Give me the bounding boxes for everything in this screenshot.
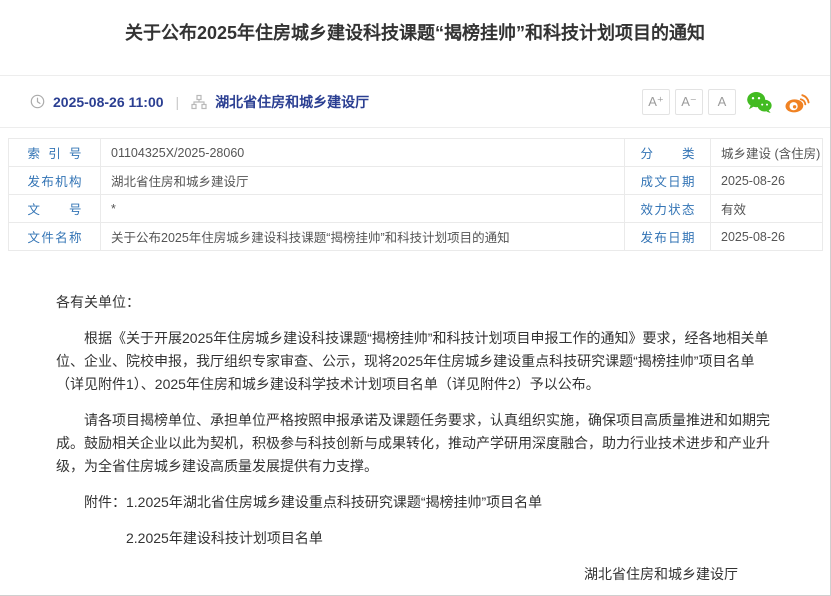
meta-info: 2025-08-26 11:00 | 湖北省住房和城乡建设厅	[30, 92, 369, 112]
font-reset-button[interactable]: A	[708, 89, 736, 115]
attachment-line-1: 附件：1.2025年湖北省住房城乡建设重点科技研究课题“揭榜挂帅”项目名单	[56, 491, 774, 514]
table-row: 索引号 01104325X/2025-28060 分类 城乡建设 (含住房)	[9, 139, 823, 167]
info-label: 文号	[9, 195, 101, 223]
greeting: 各有关单位：	[56, 291, 774, 314]
meta-bar: 2025-08-26 11:00 | 湖北省住房和城乡建设厅 A⁺ A⁻ A	[0, 75, 830, 128]
info-value: 城乡建设 (含住房)	[711, 139, 823, 167]
info-label: 分类	[625, 139, 711, 167]
table-row: 文件名称 关于公布2025年住房城乡建设科技课题“揭榜挂帅”和科技计划项目的通知…	[9, 223, 823, 251]
sitemap-icon	[191, 94, 207, 110]
paragraph: 根据《关于开展2025年住房城乡建设科技课题“揭榜挂帅”和科技计划项目申报工作的…	[56, 327, 774, 396]
info-label: 索引号	[9, 139, 101, 167]
weibo-share-icon[interactable]	[783, 90, 810, 114]
font-decrease-button[interactable]: A⁻	[675, 89, 703, 115]
info-value: 有效	[711, 195, 823, 223]
table-row: 发布机构 湖北省住房和城乡建设厅 成文日期 2025-08-26	[9, 167, 823, 195]
font-increase-button[interactable]: A⁺	[642, 89, 670, 115]
info-label: 发布机构	[9, 167, 101, 195]
meta-separator: |	[164, 94, 192, 110]
info-label: 成文日期	[625, 167, 711, 195]
info-label: 发布日期	[625, 223, 711, 251]
info-value: 2025-08-26	[711, 167, 823, 195]
info-value: 关于公布2025年住房城乡建设科技课题“揭榜挂帅”和科技计划项目的通知	[101, 223, 625, 251]
attachment-line-2: 2.2025年建设科技计划项目名单	[56, 527, 774, 550]
source-name: 湖北省住房和城乡建设厅	[215, 92, 369, 112]
meta-tools: A⁺ A⁻ A	[637, 89, 810, 115]
info-label: 效力状态	[625, 195, 711, 223]
title-area: 关于公布2025年住房城乡建设科技课题“揭榜挂帅”和科技计划项目的通知	[0, 0, 830, 75]
clock-icon	[30, 94, 45, 109]
wechat-share-icon[interactable]	[746, 90, 773, 114]
info-value: 01104325X/2025-28060	[101, 139, 625, 167]
info-label: 文件名称	[9, 223, 101, 251]
notice-page: 关于公布2025年住房城乡建设科技课题“揭榜挂帅”和科技计划项目的通知 2025…	[0, 0, 831, 596]
signature-org: 湖北省住房和城乡建设厅	[56, 563, 774, 586]
page-title: 关于公布2025年住房城乡建设科技课题“揭榜挂帅”和科技计划项目的通知	[70, 20, 760, 47]
info-value: 2025-08-26	[711, 223, 823, 251]
info-value: 湖北省住房和城乡建设厅	[101, 167, 625, 195]
document-info-table: 索引号 01104325X/2025-28060 分类 城乡建设 (含住房) 发…	[8, 138, 823, 251]
info-value: *	[101, 195, 625, 223]
document-body: 各有关单位： 根据《关于开展2025年住房城乡建设科技课题“揭榜挂帅”和科技计划…	[0, 251, 830, 596]
table-row: 文号 * 效力状态 有效	[9, 195, 823, 223]
publish-time: 2025-08-26 11:00	[53, 94, 164, 110]
paragraph: 请各项目揭榜单位、承担单位严格按照申报承诺及课题任务要求，认真组织实施，确保项目…	[56, 409, 774, 478]
